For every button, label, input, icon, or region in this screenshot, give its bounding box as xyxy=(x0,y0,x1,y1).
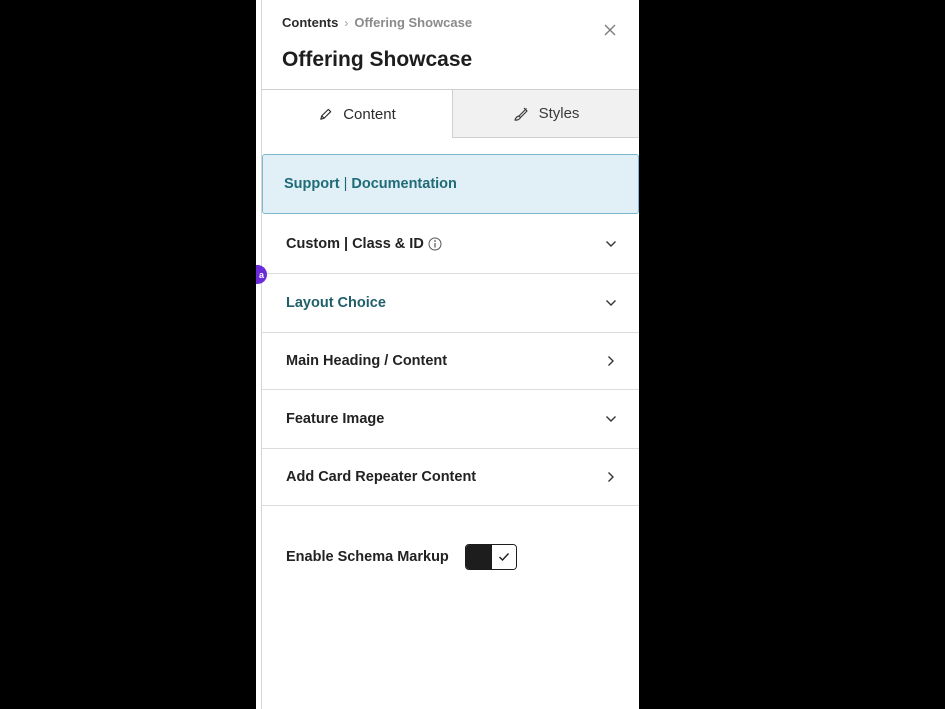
chevron-right-icon xyxy=(603,469,619,485)
close-button[interactable] xyxy=(600,20,620,40)
pencil-icon xyxy=(320,108,332,120)
toggle-knob xyxy=(465,545,492,569)
breadcrumb-separator: › xyxy=(344,15,349,30)
section-label: Layout Choice xyxy=(286,295,386,311)
breadcrumb: Contents › Offering Showcase xyxy=(282,15,472,30)
section-label: Add Card Repeater Content xyxy=(286,469,477,485)
breadcrumb-current: Offering Showcase xyxy=(354,15,473,30)
chevron-down-icon xyxy=(603,411,619,427)
info-icon[interactable] xyxy=(428,237,442,251)
support-links: Support | Documentation xyxy=(262,154,639,214)
chevron-down-icon xyxy=(603,295,619,311)
section-main-heading-content[interactable]: Main Heading / Content xyxy=(262,333,639,390)
support-link[interactable]: Support xyxy=(284,176,340,192)
chevron-down-icon xyxy=(603,236,619,252)
tab-content[interactable]: Content xyxy=(262,90,452,138)
section-feature-image[interactable]: Feature Image xyxy=(262,390,639,449)
schema-setting: Enable Schema Markup xyxy=(286,544,517,570)
tab-content-label: Content xyxy=(343,105,396,123)
brush-icon xyxy=(513,107,528,121)
tab-styles[interactable]: Styles xyxy=(452,90,639,138)
tab-styles-label: Styles xyxy=(538,105,580,122)
section-add-card-repeater[interactable]: Add Card Repeater Content xyxy=(262,449,639,506)
section-layout-choice[interactable]: Layout Choice xyxy=(262,274,639,333)
documentation-link[interactable]: Documentation xyxy=(351,176,457,192)
section-label: Main Heading / Content xyxy=(286,353,448,369)
page-title: Offering Showcase xyxy=(282,48,473,71)
tab-bar: Content Styles xyxy=(262,89,639,138)
schema-toggle[interactable] xyxy=(464,544,517,570)
chevron-right-icon xyxy=(603,353,619,369)
breadcrumb-root[interactable]: Contents xyxy=(282,15,338,30)
support-separator: | xyxy=(343,176,348,192)
check-icon xyxy=(498,553,509,562)
section-label: Custom | Class & ID xyxy=(286,236,424,252)
section-custom-class-id[interactable]: Custom | Class & ID xyxy=(262,215,639,274)
toggle-check-area xyxy=(491,545,516,569)
section-label: Feature Image xyxy=(286,411,385,427)
close-icon xyxy=(604,24,616,36)
schema-label: Enable Schema Markup xyxy=(286,549,449,565)
